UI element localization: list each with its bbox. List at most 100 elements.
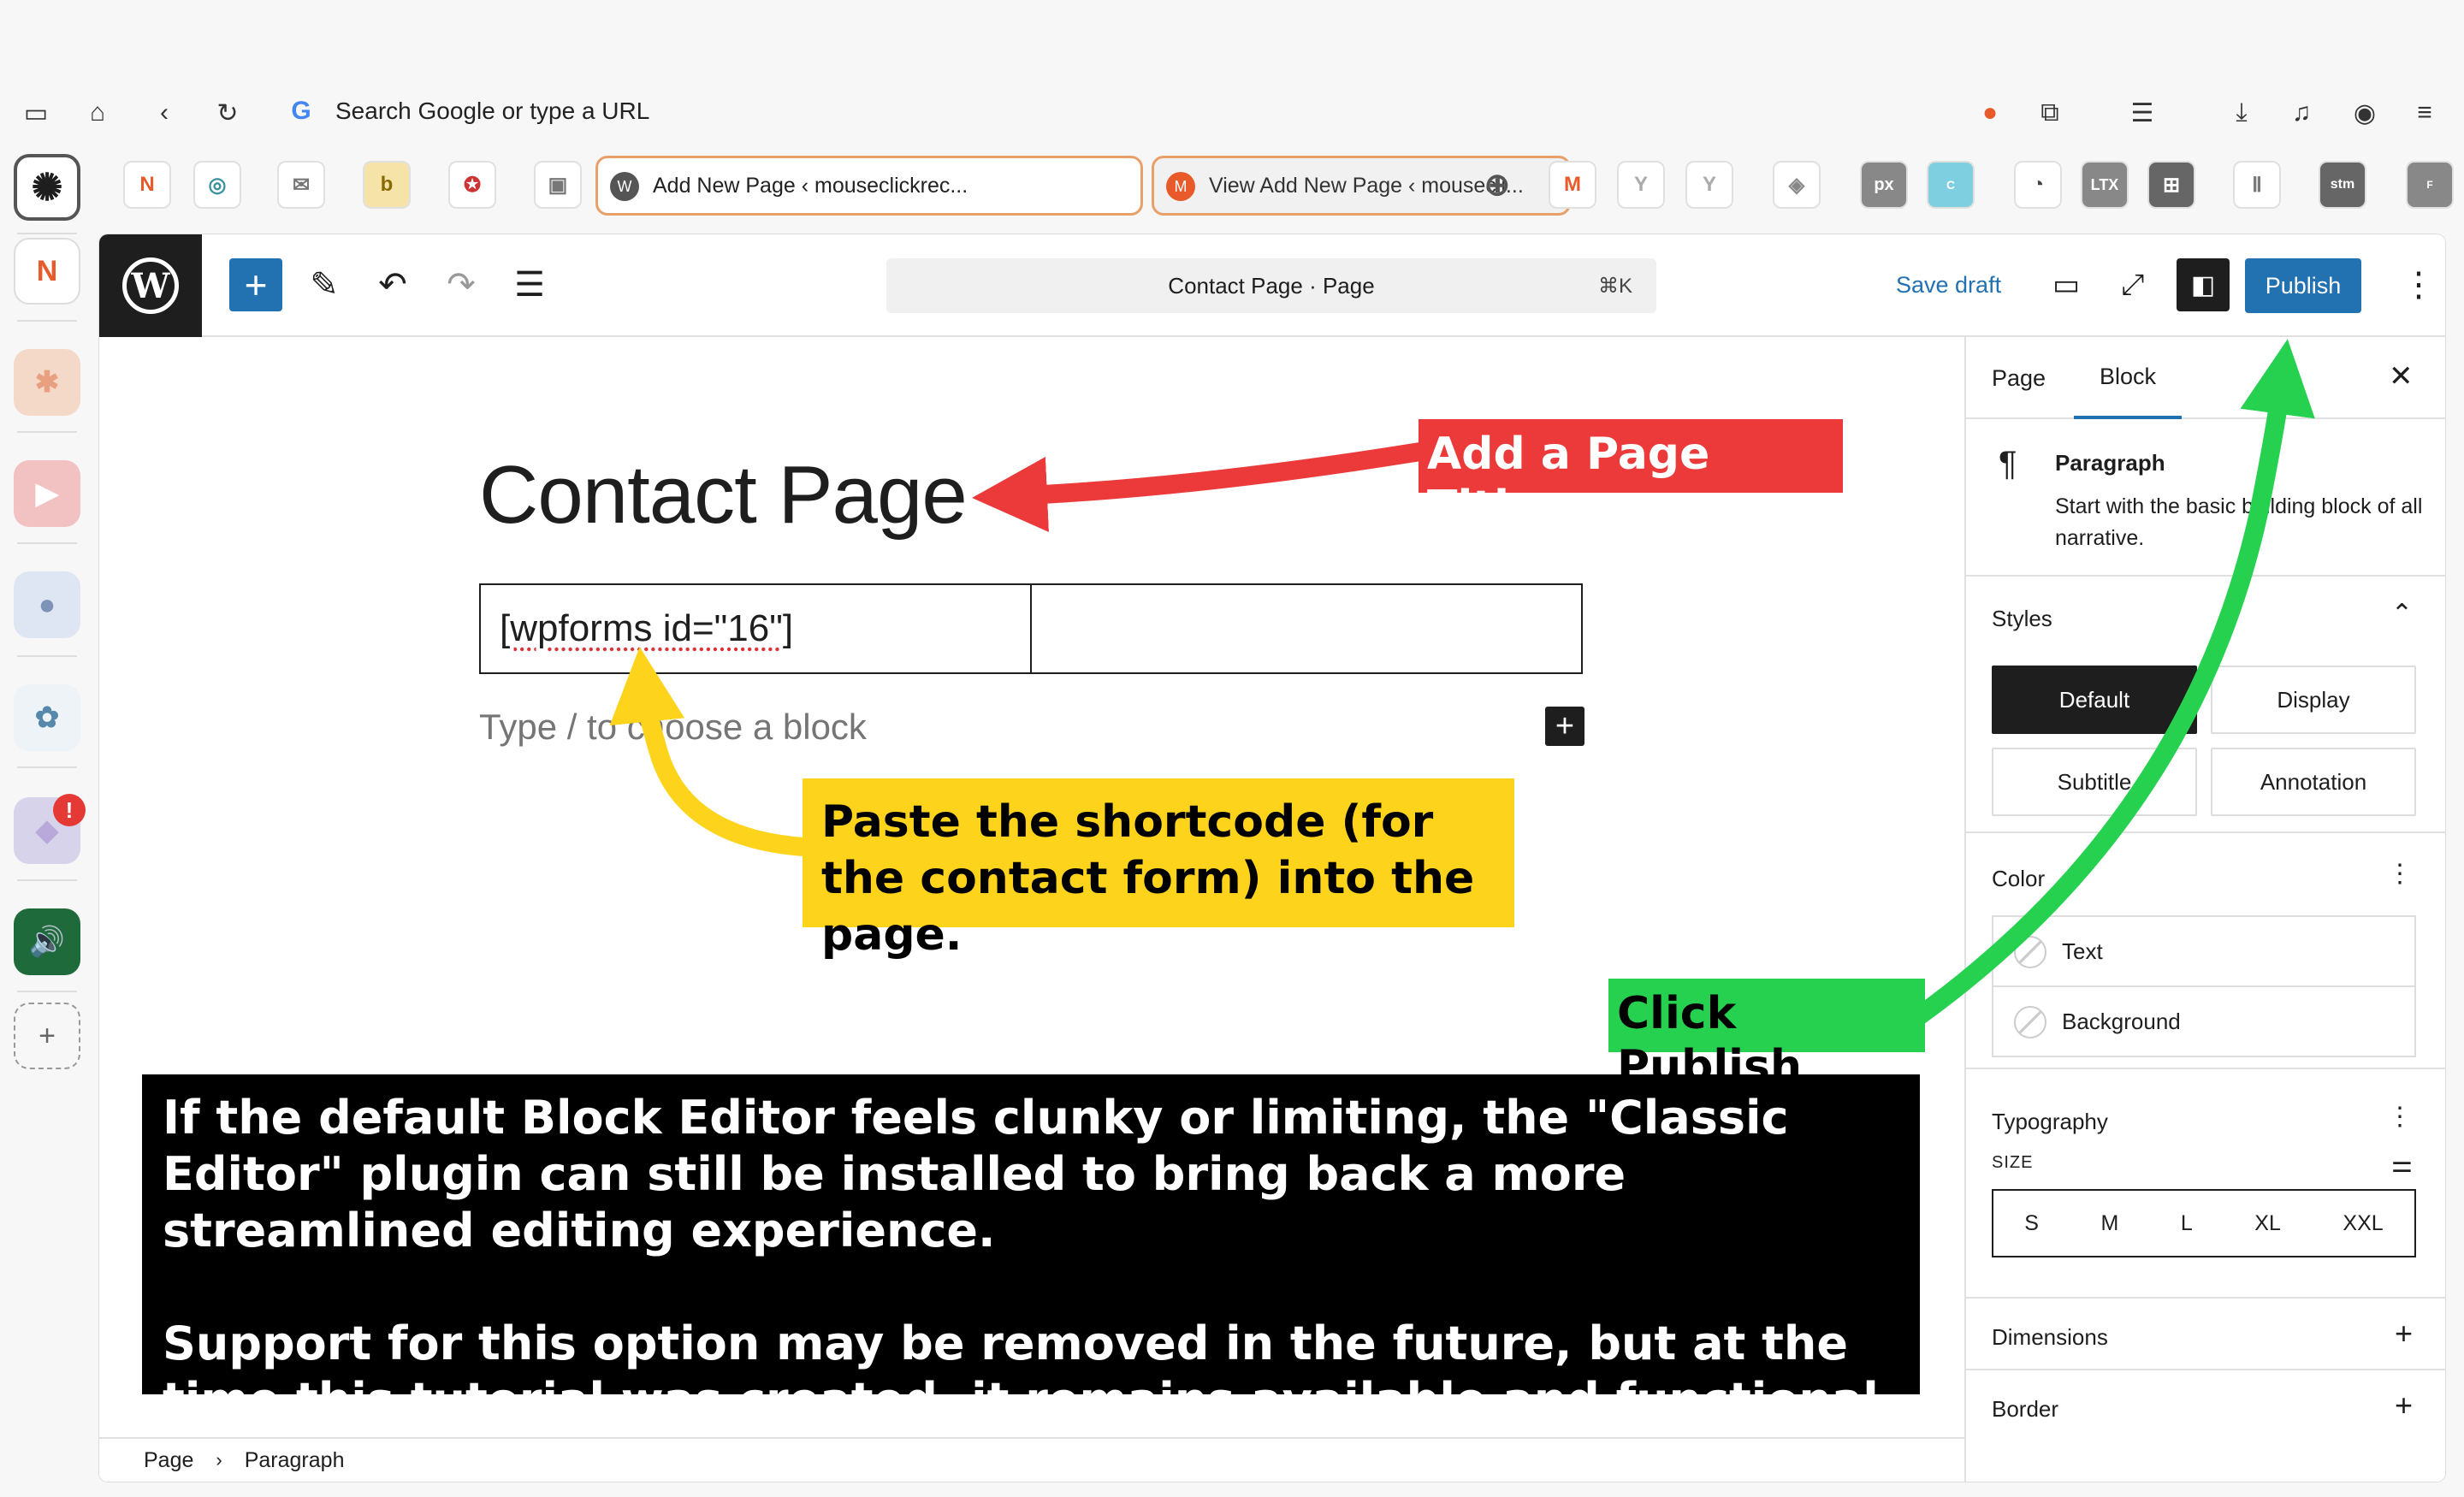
plus-icon[interactable]: + (2395, 1316, 2413, 1352)
chevron-right-icon: › (216, 1449, 222, 1470)
reading-list-icon[interactable]: ☰ (2120, 82, 2165, 144)
pinned-tab-icon[interactable]: M (1549, 161, 1596, 209)
font-size-picker[interactable]: S M L XL XXL (1992, 1189, 2416, 1257)
add-block-button[interactable]: + (229, 258, 282, 311)
wordpress-logo-icon[interactable]: W (99, 234, 202, 337)
puzzle-icon[interactable]: ⧉ (2028, 82, 2072, 144)
preview-icon[interactable]: ▭ (2040, 258, 2093, 311)
color-background-item[interactable]: Background (1992, 985, 2416, 1057)
ltx-tab-icon[interactable]: LTX (2081, 161, 2129, 209)
namecheap-icon[interactable]: N (14, 238, 80, 305)
breadcrumb-paragraph[interactable]: Paragraph (245, 1448, 345, 1473)
pause-tab-icon[interactable]: Ⅱ (2233, 161, 2281, 209)
fullscreen-icon[interactable]: ⤢ (2106, 258, 2159, 311)
block-card: ¶ Paragraph Start with the basic buildin… (1966, 419, 2445, 577)
pinned-tab-icon[interactable]: ◈ (1773, 161, 1821, 209)
panel-title[interactable]: Styles (1992, 606, 2052, 632)
options-icon[interactable]: ⋮ (2387, 859, 2413, 889)
reload-icon[interactable]: ↻ (205, 82, 250, 144)
command-bar[interactable]: Contact Page · Page ⌘K (886, 258, 1656, 313)
size-option[interactable]: L (2181, 1211, 2193, 1236)
inline-add-block-button[interactable]: + (1545, 707, 1584, 746)
address-bar[interactable]: Search Google or type a URL (335, 98, 649, 125)
table-cell[interactable]: [wpforms id="16"] (481, 585, 1032, 672)
note-paragraph: Support for this option may be removed i… (163, 1317, 1897, 1427)
close-icon[interactable]: ✕ (2389, 359, 2414, 393)
panel-title[interactable]: Color (1992, 866, 2045, 892)
swatch-icon (2014, 936, 2046, 968)
size-option[interactable]: XL (2254, 1211, 2281, 1236)
settings-toggle-button[interactable]: ◧ (2177, 258, 2230, 311)
pencil-icon[interactable]: ✎ (298, 258, 351, 311)
tab-page[interactable]: Page (1992, 337, 2046, 419)
back-icon[interactable]: ‹ (142, 82, 187, 144)
panel-title[interactable]: Typography (1992, 1109, 2108, 1135)
game-tab-icon[interactable]: ✪ (448, 161, 496, 209)
block-description: Start with the basic building block of a… (2055, 494, 2423, 550)
tab-block[interactable]: Block (2074, 337, 2183, 419)
pinned-tab-icon[interactable]: Y (1617, 161, 1665, 209)
pinned-tab-icon[interactable]: ⊞ (2147, 161, 2195, 209)
page-title[interactable]: Contact Page (479, 448, 968, 542)
sidebar-toggle-icon[interactable]: ▭ (14, 82, 58, 144)
shortcode-text[interactable]: [wpforms id="16"] (500, 607, 793, 650)
video-tab-icon[interactable]: ▣ (534, 161, 582, 209)
extension-icon[interactable]: ● (1968, 82, 2012, 144)
color-text-item[interactable]: Text (1992, 915, 2416, 987)
redo-icon[interactable]: ↷ (435, 258, 488, 311)
asterisk-app-icon[interactable]: ✱ (14, 349, 80, 416)
custom-size-icon[interactable]: ⚌ (2391, 1150, 2413, 1178)
pinned-tab-icon[interactable]: ◔ (2014, 161, 2062, 209)
audio-app-icon[interactable]: 🔊 (14, 908, 80, 975)
publish-button[interactable]: Publish (2245, 258, 2361, 313)
home-icon[interactable]: ⌂ (75, 82, 120, 144)
settings-tabs: Page Block ✕ (1966, 337, 2445, 419)
panel-title[interactable]: Border (1992, 1396, 2058, 1423)
sidebar-divider (17, 431, 77, 433)
shortcode-callout: Paste the shortcode (for the contact for… (803, 778, 1514, 961)
pinned-tab-icon[interactable]: ◎ (193, 161, 241, 209)
chevron-up-icon[interactable]: ⌃ (2391, 599, 2413, 629)
youtube-icon[interactable]: ▶ (14, 460, 80, 527)
add-app-icon[interactable]: + (14, 1003, 80, 1069)
wordpress-tab-icon: W (610, 172, 639, 201)
size-option[interactable]: S (2024, 1211, 2039, 1236)
pinned-tab-icon[interactable]: F (2406, 161, 2454, 209)
canva-tab-icon[interactable]: C (1927, 161, 1975, 209)
style-annotation-button[interactable]: Annotation (2211, 748, 2416, 816)
block-name: Paragraph (2055, 450, 2165, 476)
document-overview-icon[interactable]: ☰ (503, 258, 556, 311)
alert-badge-icon: ! (53, 794, 86, 826)
style-default-button[interactable]: Default (1992, 666, 2197, 734)
chatgpt-icon[interactable]: ✺ (14, 154, 80, 221)
table-cell[interactable] (1032, 585, 1581, 672)
style-display-button[interactable]: Display (2211, 666, 2416, 734)
download-icon[interactable]: ⤓ (2219, 82, 2264, 144)
menu-icon[interactable]: ≡ (2402, 82, 2447, 144)
shortcode-table[interactable]: [wpforms id="16"] (479, 583, 1583, 674)
tab-add-new-page[interactable]: W Add New Page ‹ mouseclickrec... (595, 156, 1143, 216)
person-app-icon[interactable]: ● (14, 571, 80, 638)
media-icon[interactable]: ♫ (2279, 82, 2324, 144)
options-icon[interactable]: ⋮ (2387, 1102, 2413, 1132)
plus-icon[interactable]: + (2395, 1388, 2413, 1423)
save-draft-button[interactable]: Save draft (1896, 272, 2001, 299)
namecheap-tab-icon[interactable]: N (123, 161, 171, 209)
undo-icon[interactable]: ↶ (366, 258, 419, 311)
mail-tab-icon[interactable]: ✉ (277, 161, 325, 209)
panel-title[interactable]: Dimensions (1992, 1324, 2108, 1351)
size-option[interactable]: XXL (2343, 1211, 2383, 1236)
b-tab-icon[interactable]: b (363, 161, 411, 209)
star-app-icon[interactable]: ✿ (14, 684, 80, 751)
block-placeholder[interactable]: Type / to choose a block (479, 707, 867, 748)
options-icon[interactable]: ⋮ (2392, 258, 2445, 311)
profile-icon[interactable]: ◉ (2343, 82, 2387, 144)
px-tab-icon[interactable]: px (1860, 161, 1908, 209)
sidebar-divider (17, 320, 77, 322)
breadcrumb-page[interactable]: Page (144, 1448, 193, 1473)
new-tab-icon[interactable]: ⊕ (1473, 161, 1521, 209)
size-option[interactable]: M (2100, 1211, 2118, 1236)
pinned-tab-icon[interactable]: Y (1685, 161, 1733, 209)
style-subtitle-button[interactable]: Subtitle (1992, 748, 2197, 816)
stm-tab-icon[interactable]: stm (2319, 161, 2366, 209)
